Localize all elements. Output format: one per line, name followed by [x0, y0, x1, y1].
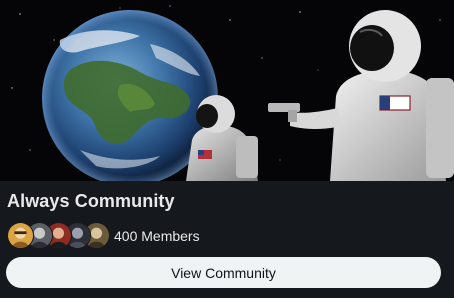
community-banner-image[interactable] — [0, 0, 454, 181]
view-community-button[interactable]: View Community — [6, 257, 441, 288]
members-row[interactable]: 400 Members — [7, 222, 200, 249]
avatar — [7, 222, 34, 249]
member-count[interactable]: 400 Members — [114, 228, 200, 244]
community-name[interactable]: Always Community — [7, 191, 175, 212]
community-card[interactable]: Always Community 400 Members View Commun… — [0, 0, 454, 298]
member-avatars — [7, 222, 110, 249]
